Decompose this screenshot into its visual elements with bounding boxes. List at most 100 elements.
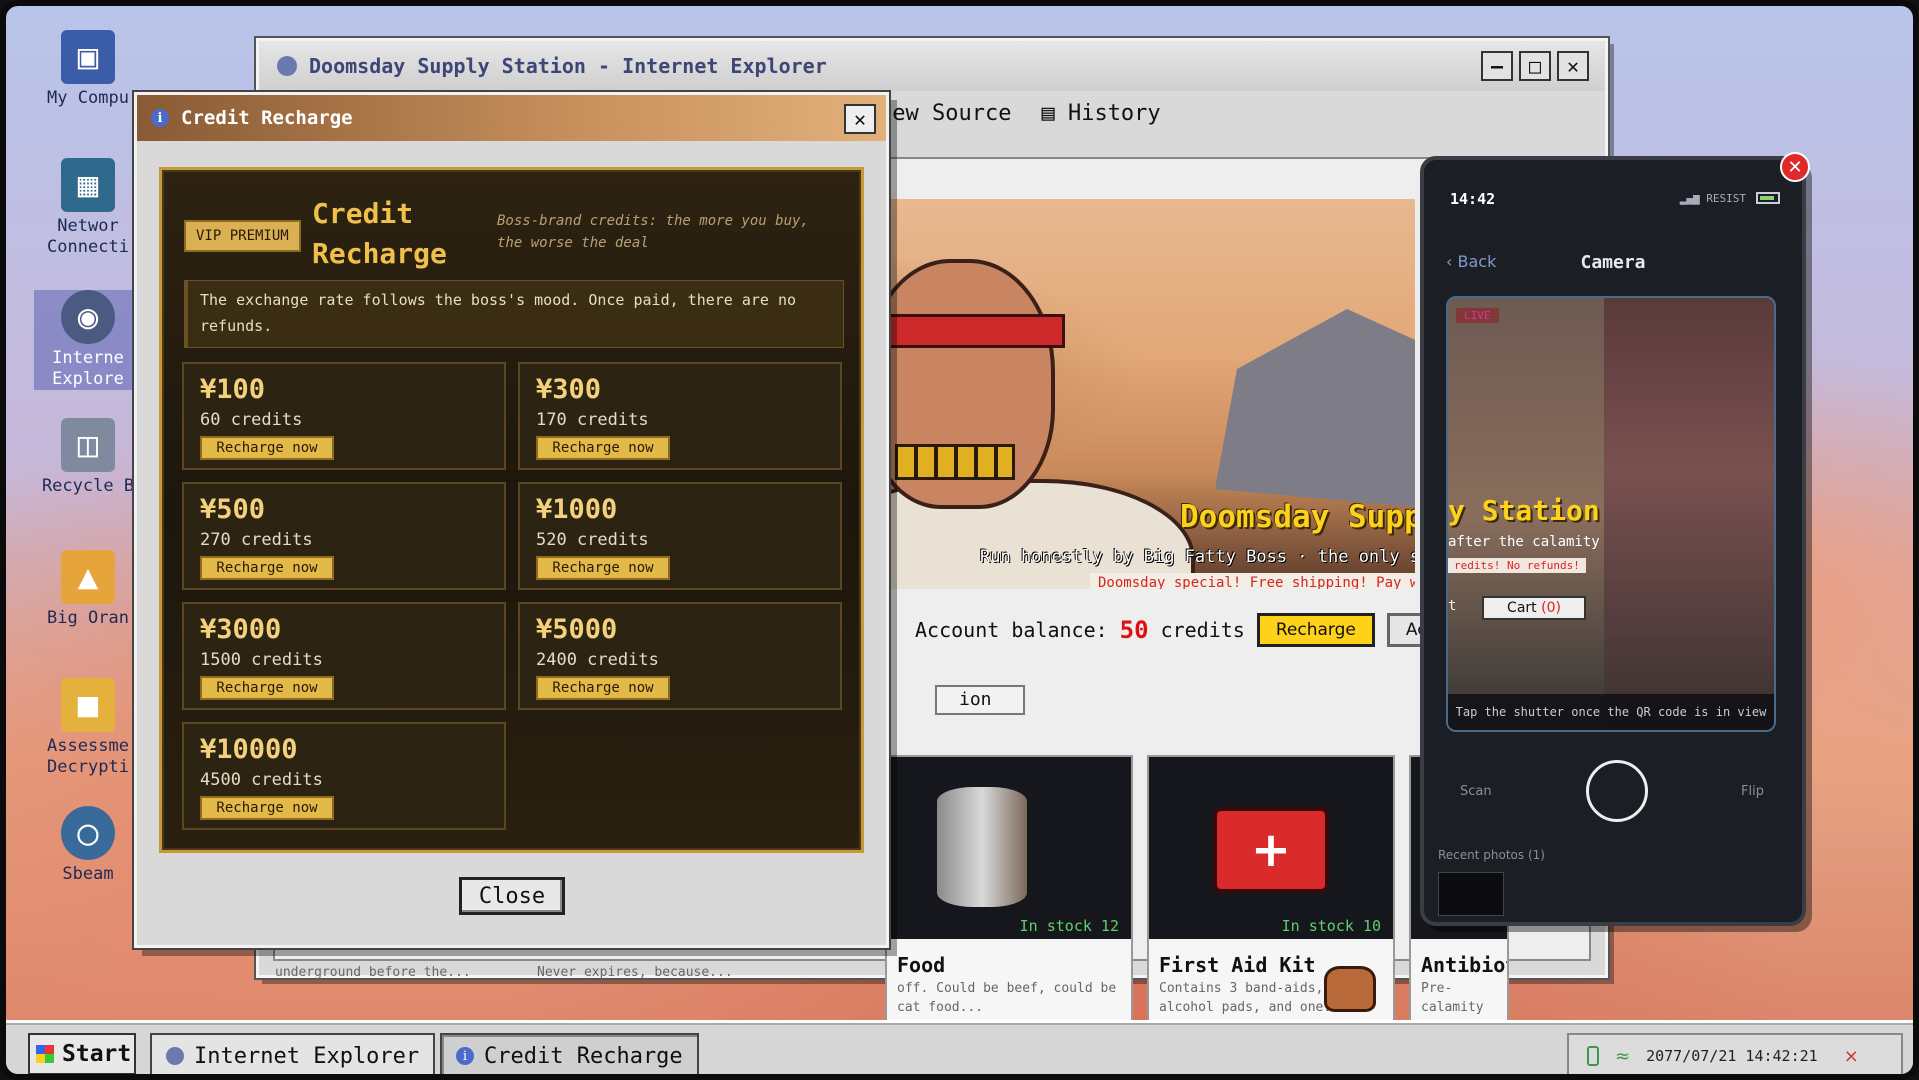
stock-label: In stock 12: [1019, 917, 1119, 935]
menu-view-source[interactable]: iew Source: [879, 101, 1011, 126]
cat-sprite[interactable]: [1324, 966, 1376, 1012]
steam-icon: ◯: [61, 806, 115, 860]
recharge-now-button[interactable]: Recharge now: [536, 556, 670, 580]
mute-icon[interactable]: ⨯: [1844, 1046, 1859, 1067]
viewfinder-title: y Station: [1448, 494, 1600, 527]
desktop-icon-my-computer[interactable]: ▣ My Compu: [34, 30, 142, 109]
wifi-icon[interactable]: ≈: [1615, 1046, 1630, 1067]
phone-close-icon[interactable]: ✕: [1780, 152, 1810, 182]
shop-tab[interactable]: ion: [935, 685, 1025, 715]
taskbar-item-label: Internet Explorer: [194, 1043, 420, 1069]
desktop-icon-network[interactable]: ▦ Networ Connecti: [34, 158, 142, 258]
phone-camera: 14:42 ▂▄▆ RESIST ‹ Back Camera LIVE y St…: [1420, 156, 1806, 926]
package-credits: 2400 credits: [536, 650, 659, 670]
recent-photo-thumbnail[interactable]: [1438, 872, 1504, 916]
vip-tagline: Boss-brand credits: the more you buy, th…: [497, 213, 809, 251]
system-tray: ≈ 2077/07/21 14:42:21 ⨯: [1567, 1033, 1903, 1074]
balance-unit: credits: [1160, 618, 1245, 642]
package-price: ¥10000: [200, 734, 298, 765]
package-card: ¥100 60 credits Recharge now: [182, 362, 506, 470]
camera-viewfinder: LIVE y Station after the calamity redits…: [1446, 296, 1776, 732]
viewfinder-subtitle: after the calamity: [1448, 534, 1600, 550]
info-icon: i: [456, 1047, 474, 1065]
package-price: ¥300: [536, 374, 602, 405]
package-price: ¥5000: [536, 614, 618, 645]
viewfinder-promo: redits! No refunds!: [1448, 558, 1586, 573]
shutter-button[interactable]: [1586, 760, 1648, 822]
flip-button[interactable]: Flip: [1741, 784, 1764, 799]
recharge-now-button[interactable]: Recharge now: [536, 436, 670, 460]
package-card: ¥10000 4500 credits Recharge now: [182, 722, 506, 830]
product-name: Antibioti: [1421, 953, 1507, 977]
phone-icon[interactable]: [1587, 1046, 1599, 1066]
shutter-hint: Tap the shutter once the QR code is in v…: [1448, 694, 1774, 730]
banner-promo: Doomsday special! Free shipping! Pay wit…: [1090, 573, 1415, 589]
package-price: ¥100: [200, 374, 266, 405]
vip-badge: VIP PREMIUM: [184, 220, 301, 252]
desktop-icon-label: Recycle B: [41, 476, 135, 496]
window-controls: – □ ✕: [1481, 51, 1589, 81]
cat-icon: ▲: [61, 550, 115, 604]
recharge-button[interactable]: Recharge: [1256, 613, 1375, 647]
desktop-icon-sbeam[interactable]: ◯ Sbeam: [34, 806, 142, 885]
desktop-icon-label: Networ Connecti: [47, 216, 129, 257]
taskbar: Start Internet Explorer i Credit Recharg…: [6, 1020, 1913, 1074]
computer-icon: ▣: [61, 30, 115, 84]
globe-icon: [277, 56, 297, 76]
browser-title: Doomsday Supply Station - Internet Explo…: [309, 54, 827, 78]
trash-icon: ◫: [61, 418, 115, 472]
product-card-food[interactable]: In stock 12 Food off. Could be beef, cou…: [885, 755, 1133, 1030]
desktop-icon-label: Interne Explore: [52, 348, 124, 389]
product-desc-hidden: Never expires, because...: [537, 965, 733, 980]
desktop-icon-internet-explorer[interactable]: ◉ Interne Explore: [34, 290, 142, 390]
recharge-now-button[interactable]: Recharge now: [200, 796, 334, 820]
taskbar-item-credit-recharge[interactable]: i Credit Recharge: [440, 1033, 699, 1074]
package-credits: 270 credits: [200, 530, 313, 550]
desktop-icon-assessment[interactable]: ■ Assessme Decrypti: [34, 678, 142, 778]
viewfinder-cart: Cart (0): [1482, 596, 1586, 620]
vip-heading: Credit Recharge: [312, 197, 447, 270]
product-desc: off. Could be beef, could be cat food...: [897, 981, 1117, 1015]
desktop-icon-big-orange[interactable]: ▲ Big Oran: [34, 550, 142, 629]
recharge-now-button[interactable]: Recharge now: [536, 676, 670, 700]
live-label: LIVE: [1456, 308, 1499, 323]
recharge-titlebar[interactable]: i Credit Recharge: [137, 95, 886, 141]
banner-subtitle: Run honestly by Big Fatty Boss · the onl…: [980, 547, 1415, 567]
recent-photos-label: Recent photos (1): [1438, 848, 1545, 862]
signal-icon: ▂▄▆: [1679, 192, 1707, 205]
menu-history-label: History: [1067, 101, 1161, 126]
start-button[interactable]: Start: [28, 1033, 136, 1074]
account-balance-row: Account balance: 50 credits Recharge Acc…: [915, 613, 1494, 647]
browser-titlebar[interactable]: Doomsday Supply Station - Internet Explo…: [259, 41, 1605, 91]
desktop-screen: ▣ My Compu ▦ Networ Connecti ◉ Interne E…: [0, 0, 1919, 1080]
package-credits: 520 credits: [536, 530, 649, 550]
banner-rock: [1215, 309, 1415, 509]
package-card: ¥5000 2400 credits Recharge now: [518, 602, 842, 710]
package-price: ¥500: [200, 494, 266, 525]
close-button[interactable]: Close: [459, 877, 565, 915]
camera-controls: Scan Flip: [1424, 754, 1802, 854]
package-credits: 4500 credits: [200, 770, 323, 790]
globe-icon: [166, 1047, 184, 1065]
close-button[interactable]: ✕: [1557, 51, 1589, 81]
recharge-now-button[interactable]: Recharge now: [200, 436, 334, 460]
scan-button[interactable]: Scan: [1460, 784, 1492, 799]
maximize-button[interactable]: □: [1519, 51, 1551, 81]
menu-history[interactable]: ▤ History: [1041, 101, 1160, 126]
banner-boss-teeth: [895, 444, 1015, 480]
recharge-now-button[interactable]: Recharge now: [200, 556, 334, 580]
start-label: Start: [62, 1041, 132, 1067]
taskbar-item-internet-explorer[interactable]: Internet Explorer: [150, 1033, 436, 1074]
tray-clock: 2077/07/21 14:42:21: [1646, 1047, 1818, 1065]
recharge-close-x-button[interactable]: ✕: [844, 104, 876, 134]
banner-title: Doomsday Supply: [1180, 499, 1415, 535]
cart-count: (0): [1541, 600, 1561, 616]
package-card: ¥1000 520 credits Recharge now: [518, 482, 842, 590]
desktop-icon-recycle-bin[interactable]: ◫ Recycle B: [34, 418, 142, 497]
globe-icon: ◉: [61, 290, 115, 344]
minimize-button[interactable]: –: [1481, 51, 1513, 81]
phone-title: Camera: [1580, 252, 1646, 273]
product-name: Food: [897, 953, 946, 977]
network-icon: ▦: [61, 158, 115, 212]
recharge-now-button[interactable]: Recharge now: [200, 676, 334, 700]
